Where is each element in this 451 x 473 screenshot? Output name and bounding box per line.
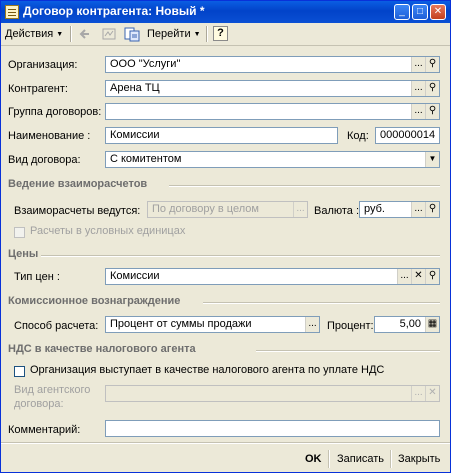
code-label: Код:	[347, 130, 369, 142]
toolbar: Действия ▼ Перейти ▼ ?	[1, 23, 450, 46]
currency-field[interactable]: руб. ... ⚲	[359, 201, 440, 218]
search-icon[interactable]: ⚲	[425, 81, 439, 96]
dropdown-arrow-icon: ▼	[193, 31, 201, 38]
minimize-button[interactable]: _	[394, 4, 410, 20]
calc-method-value: Процент от суммы продажи	[110, 318, 252, 330]
contractor-field[interactable]: Арена ТЦ ... ⚲	[105, 80, 440, 97]
prices-section-title: Цены	[8, 248, 39, 260]
settlements-mode-label: Взаиморасчеты ведутся:	[14, 205, 141, 217]
settlements-section-title: Ведение взаиморасчетов	[8, 178, 148, 190]
help-icon[interactable]: ?	[213, 26, 228, 41]
save-button[interactable]: Записать	[337, 450, 384, 468]
select-ellipsis-button[interactable]: ...	[293, 202, 307, 217]
contractor-value: Арена ТЦ	[110, 82, 160, 94]
agent-contract-label-line1: Вид агентского	[14, 384, 91, 396]
search-icon[interactable]: ⚲	[425, 104, 439, 119]
code-value: 000000014	[380, 129, 436, 141]
select-ellipsis-button[interactable]: ...	[411, 57, 425, 72]
calc-method-label: Способ расчета:	[14, 320, 99, 332]
toolbar-separator	[70, 26, 72, 42]
calculator-icon[interactable]: ▦	[425, 317, 439, 332]
tax-agent-checkbox[interactable]	[14, 366, 25, 377]
select-ellipsis-button[interactable]: ...	[411, 104, 425, 119]
button-separator	[390, 450, 392, 468]
organization-label: Организация:	[8, 59, 78, 71]
close-button[interactable]: Закрыть	[398, 450, 440, 468]
contractor-label: Контрагент:	[8, 83, 68, 95]
code-input[interactable]: 000000014	[375, 127, 440, 144]
button-separator	[328, 450, 330, 468]
name-input[interactable]: Комиссии	[105, 127, 338, 144]
clear-icon[interactable]: ✕	[425, 386, 439, 401]
contract-group-label: Группа договоров:	[8, 106, 102, 118]
percent-input[interactable]: 5,00 ▦	[374, 316, 440, 333]
organization-field[interactable]: ООО "Услуги" ... ⚲	[105, 56, 440, 73]
comment-input[interactable]	[105, 420, 440, 437]
price-type-label: Тип цен :	[14, 271, 60, 283]
conventional-units-checkbox[interactable]	[14, 227, 25, 238]
select-ellipsis-button[interactable]: ...	[411, 81, 425, 96]
clear-icon[interactable]: ✕	[411, 269, 425, 284]
ok-button[interactable]: OK	[305, 450, 322, 468]
select-ellipsis-button[interactable]: ...	[305, 317, 319, 332]
conventional-units-label: Расчеты в условных единицах	[30, 225, 186, 237]
bottom-divider	[1, 442, 450, 444]
agent-contract-label-line2: договора:	[14, 398, 64, 410]
select-ellipsis-button[interactable]: ...	[411, 202, 425, 217]
select-ellipsis-button[interactable]: ...	[411, 386, 425, 401]
select-ellipsis-button[interactable]: ...	[397, 269, 411, 284]
settlements-mode-value: По договору в целом	[152, 203, 259, 215]
search-icon[interactable]: ⚲	[425, 269, 439, 284]
price-type-value: Комиссии	[110, 270, 160, 282]
contract-window: Договор контрагента: Новый * _ □ ✕ Дейст…	[0, 0, 451, 473]
related-documents-icon[interactable]	[124, 26, 140, 42]
name-value: Комиссии	[110, 129, 160, 141]
agent-contract-field[interactable]: ... ✕	[105, 385, 440, 402]
price-type-field[interactable]: Комиссии ... ✕ ⚲	[105, 268, 440, 285]
settlements-mode-field[interactable]: По договору в целом ...	[147, 201, 308, 218]
document-icon	[5, 5, 19, 19]
contract-group-field[interactable]: ... ⚲	[105, 103, 440, 120]
title-bar[interactable]: Договор контрагента: Новый * _ □ ✕	[1, 1, 450, 23]
dropdown-arrow-icon: ▼	[56, 31, 64, 38]
organization-value: ООО "Услуги"	[110, 58, 181, 70]
chevron-down-icon[interactable]: ▼	[425, 152, 439, 167]
structure-icon[interactable]	[101, 26, 117, 42]
search-icon[interactable]: ⚲	[425, 202, 439, 217]
toolbar-separator	[206, 26, 208, 42]
actions-menu-label: Действия	[5, 28, 54, 40]
contract-type-value: С комитентом	[110, 153, 182, 165]
currency-value: руб.	[364, 203, 385, 215]
contract-type-label: Вид договора:	[8, 154, 81, 166]
vat-section-title: НДС в качестве налогового агента	[8, 343, 196, 355]
maximize-button[interactable]: □	[412, 4, 428, 20]
back-icon[interactable]	[77, 26, 93, 42]
section-divider	[203, 302, 440, 304]
currency-label: Валюта :	[314, 205, 360, 217]
percent-label: Процент:	[327, 320, 374, 332]
tax-agent-label: Организация выступает в качестве налогов…	[30, 364, 385, 376]
section-divider	[41, 255, 440, 257]
goto-menu[interactable]: Перейти ▼	[147, 26, 201, 42]
goto-menu-label: Перейти	[147, 28, 191, 40]
actions-menu[interactable]: Действия ▼	[5, 26, 63, 42]
window-title: Договор контрагента: Новый *	[23, 4, 205, 18]
section-divider	[169, 185, 440, 187]
contract-type-select[interactable]: С комитентом ▼	[105, 151, 440, 168]
search-icon[interactable]: ⚲	[425, 57, 439, 72]
calc-method-field[interactable]: Процент от суммы продажи ...	[105, 316, 320, 333]
percent-value: 5,00	[399, 318, 421, 330]
name-label: Наименование :	[8, 130, 91, 142]
section-divider	[256, 350, 440, 352]
commission-section-title: Комиссионное вознаграждение	[8, 295, 181, 307]
close-window-button[interactable]: ✕	[430, 4, 446, 20]
comment-label: Комментарий:	[8, 424, 81, 436]
